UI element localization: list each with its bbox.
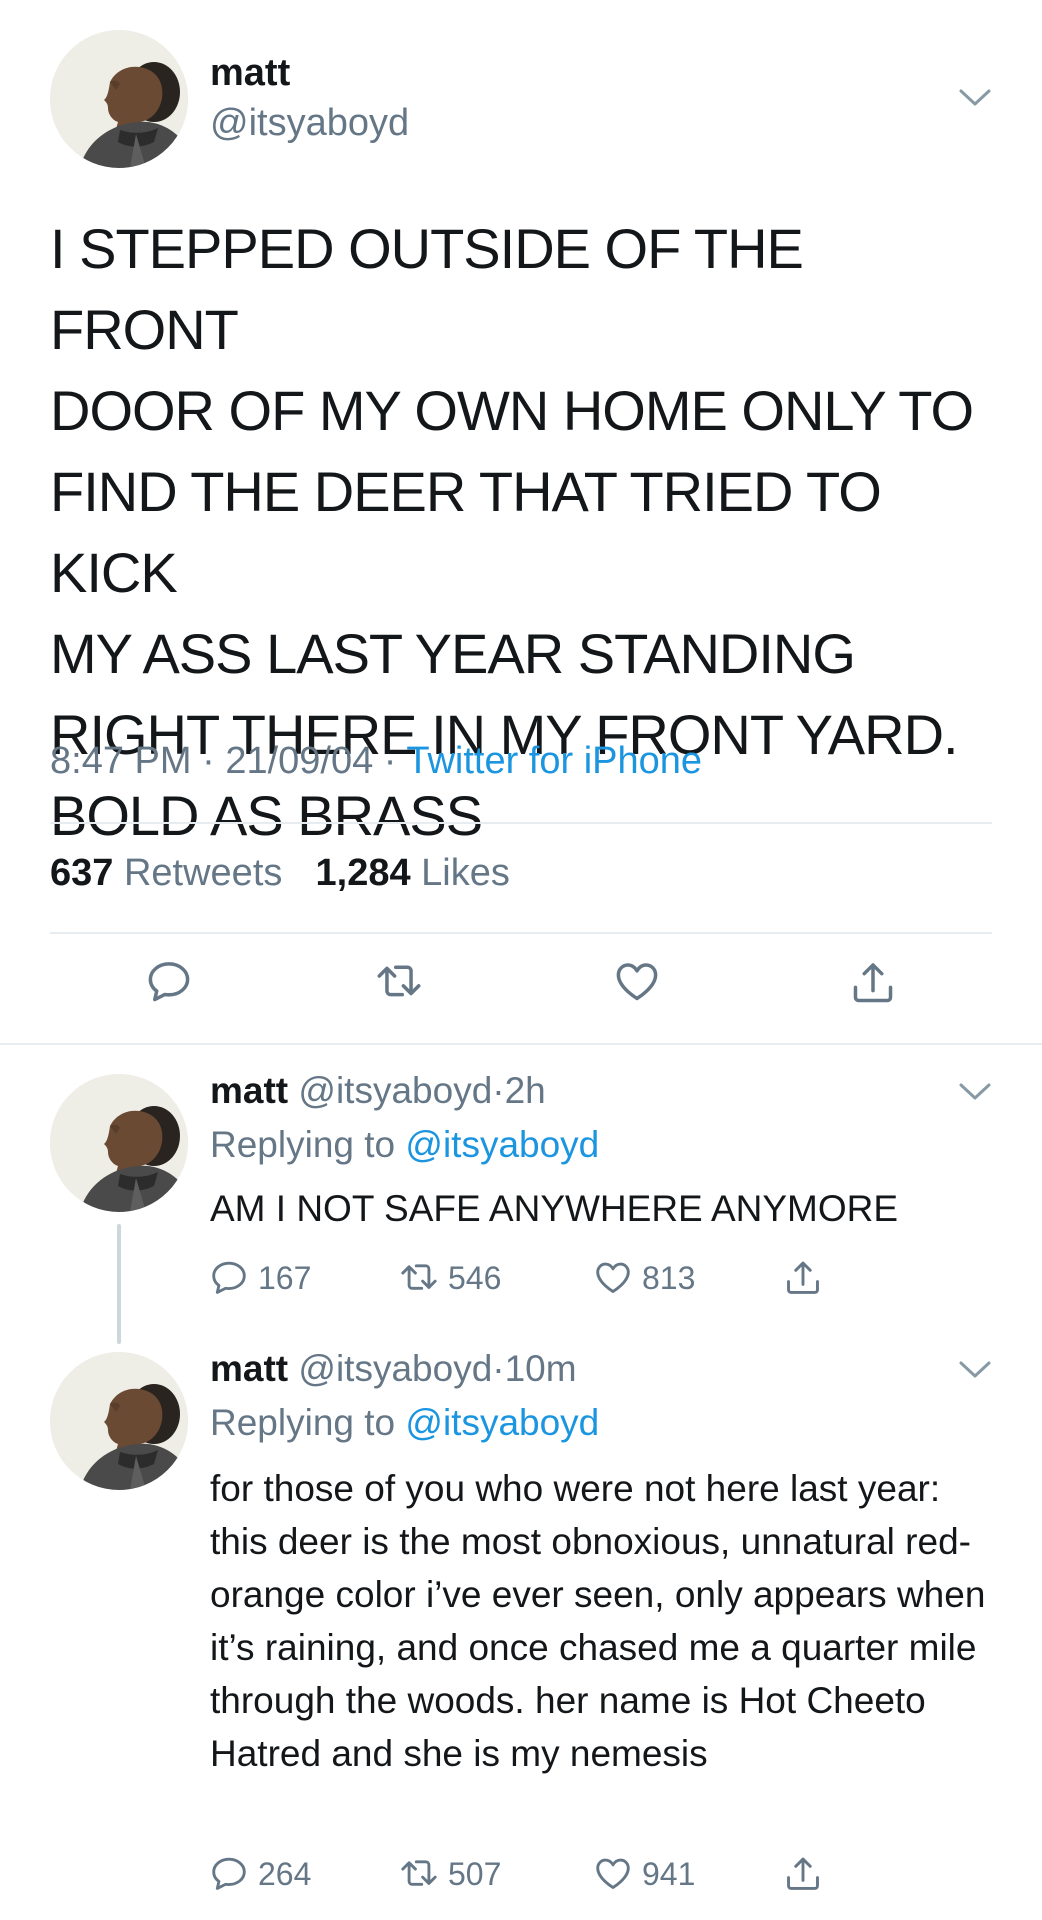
retweet-count: 546 bbox=[448, 1259, 502, 1296]
reply-icon bbox=[212, 1857, 246, 1890]
retweet-label: Retweets bbox=[123, 852, 283, 894]
reply-header: matt @itsyaboyd·2h bbox=[210, 1070, 546, 1112]
tweet-meta: 8:47 PM · 21/09/04 · Twitter for iPhone bbox=[50, 740, 702, 783]
header-separator: · bbox=[492, 1348, 505, 1389]
reply-header: matt @itsyaboyd·10m bbox=[210, 1348, 577, 1390]
replying-to: Replying to @itsyaboyd bbox=[210, 1402, 599, 1444]
retweet-count: 637 bbox=[50, 852, 114, 894]
like-icon[interactable] bbox=[614, 960, 660, 1004]
retweet-icon bbox=[401, 1860, 437, 1886]
avatar[interactable] bbox=[50, 1352, 188, 1490]
tweet-time: 8:47 PM bbox=[50, 740, 192, 782]
divider bbox=[50, 822, 992, 824]
share-icon bbox=[787, 1261, 819, 1294]
reply-actions: 264 507 941 bbox=[210, 1852, 910, 1896]
reply-icon bbox=[212, 1261, 246, 1294]
mention-link[interactable]: @itsyaboyd bbox=[405, 1402, 599, 1443]
avatar[interactable] bbox=[50, 1074, 188, 1212]
divider bbox=[50, 932, 992, 934]
main-tweet: matt @itsyaboyd I STEPPED OUTSIDE OF THE… bbox=[0, 0, 1042, 1044]
like-icon bbox=[596, 1262, 630, 1293]
author-name[interactable]: matt bbox=[210, 1070, 288, 1111]
retweet-button[interactable]: 507 bbox=[400, 1852, 501, 1896]
engagement-stats: 637 Retweets 1,284 Likes bbox=[50, 852, 510, 895]
reply-time: 10m bbox=[504, 1348, 577, 1389]
reply-time: 2h bbox=[504, 1070, 546, 1111]
like-button[interactable]: 813 bbox=[594, 1256, 695, 1300]
reply-icon[interactable] bbox=[146, 960, 192, 1004]
share-button[interactable] bbox=[784, 1852, 822, 1896]
likes-stat[interactable]: 1,284 Likes bbox=[316, 852, 510, 894]
author-handle[interactable]: @itsyaboyd bbox=[298, 1348, 492, 1389]
thread-line bbox=[117, 1224, 121, 1344]
retweet-count: 507 bbox=[448, 1855, 502, 1892]
avatar[interactable] bbox=[50, 30, 188, 168]
author-handle[interactable]: @itsyaboyd bbox=[298, 1070, 492, 1111]
author-handle[interactable]: @itsyaboyd bbox=[210, 102, 409, 145]
like-label: Likes bbox=[421, 852, 510, 894]
reply-text: AM I NOT SAFE ANYWHERE ANYMORE bbox=[210, 1188, 899, 1229]
retweets-stat[interactable]: 637 Retweets bbox=[50, 852, 282, 894]
retweet-button[interactable]: 546 bbox=[400, 1256, 501, 1300]
retweet-icon[interactable] bbox=[376, 960, 422, 1004]
chevron-down-icon[interactable] bbox=[958, 1360, 992, 1380]
reply-count: 167 bbox=[258, 1259, 312, 1296]
retweet-icon bbox=[401, 1264, 437, 1290]
reply-button[interactable]: 167 bbox=[210, 1256, 311, 1300]
replying-to: Replying to @itsyaboyd bbox=[210, 1124, 599, 1166]
share-button[interactable] bbox=[784, 1256, 822, 1300]
like-count: 941 bbox=[642, 1855, 696, 1892]
share-icon bbox=[787, 1857, 819, 1890]
like-count: 813 bbox=[642, 1259, 696, 1296]
tweet-detail-page: matt @itsyaboyd I STEPPED OUTSIDE OF THE… bbox=[0, 0, 1042, 1920]
tweet-source-link[interactable]: Twitter for iPhone bbox=[406, 740, 702, 782]
meta-separator: · bbox=[202, 740, 215, 782]
author-name[interactable]: matt bbox=[210, 52, 290, 95]
chevron-down-icon[interactable] bbox=[958, 1082, 992, 1102]
reply-count: 264 bbox=[258, 1855, 312, 1892]
section-divider bbox=[0, 1043, 1042, 1045]
chevron-down-icon[interactable] bbox=[958, 88, 992, 108]
reply-text: for those of you who were not here last … bbox=[210, 1468, 986, 1774]
tweet-date: 21/09/04 bbox=[225, 740, 374, 782]
like-button[interactable]: 941 bbox=[594, 1852, 695, 1896]
like-icon bbox=[596, 1858, 630, 1889]
like-count: 1,284 bbox=[315, 852, 411, 894]
mention-link[interactable]: @itsyaboyd bbox=[405, 1124, 599, 1165]
meta-separator: · bbox=[383, 740, 397, 782]
replying-label: Replying to bbox=[210, 1402, 396, 1443]
share-icon[interactable] bbox=[850, 960, 896, 1006]
reply-actions: 167 546 813 bbox=[210, 1256, 910, 1300]
reply-button[interactable]: 264 bbox=[210, 1852, 311, 1896]
header-separator: · bbox=[492, 1070, 505, 1111]
replying-label: Replying to bbox=[210, 1124, 396, 1165]
author-name[interactable]: matt bbox=[210, 1348, 288, 1389]
